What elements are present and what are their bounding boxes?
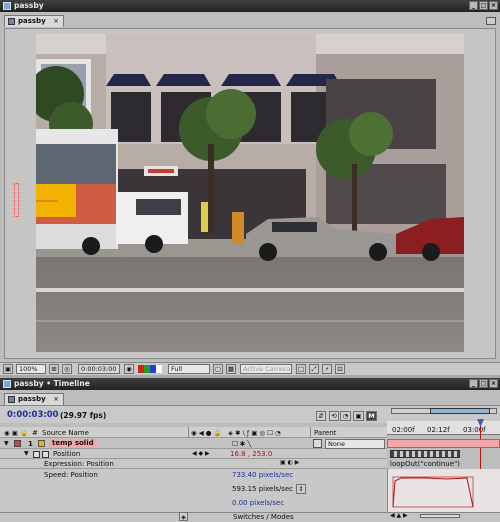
timeline-window-icon [3, 380, 11, 388]
comp-window-icon [3, 2, 11, 10]
switches-modes-toggle[interactable]: Switches / Modes [233, 513, 294, 521]
expression-label: Expression: Position [44, 460, 114, 468]
ruler-label-0: 02:00f [392, 426, 415, 434]
solid-icon [38, 440, 45, 447]
layer-visibility-icon[interactable]: ▼ [4, 440, 9, 447]
graph-toggle-icon[interactable] [42, 451, 49, 458]
motion-path-handle[interactable] [14, 183, 19, 217]
frame-blending-icon[interactable]: ▣ [353, 411, 364, 421]
graph-options-icon[interactable]: ⇕ [296, 484, 306, 494]
region-of-interest-icon[interactable]: ▢ [213, 364, 223, 374]
frame-rate: (29.97 fps) [60, 411, 107, 420]
active-camera-dropdown[interactable]: Active Camera [240, 364, 292, 374]
av-features-icon[interactable]: ◉ ▣ 🔒 [4, 429, 28, 437]
modes-header-icons[interactable]: ◈ ✱ \ ƒ ▣ ◎ ☐ ◔ [228, 429, 281, 437]
zoom-dropdown[interactable]: 100% [16, 364, 46, 374]
camera-snapshot-icon[interactable]: ◎ [62, 364, 72, 374]
comp-markers-icon[interactable]: ⇵ [316, 411, 326, 421]
maximize-button[interactable]: □ [479, 1, 488, 10]
always-preview-icon[interactable]: ▣ [3, 364, 13, 374]
switches-header-icons[interactable]: ◉ ◀ ● 🔒 [191, 429, 222, 437]
current-time[interactable]: 0:00:03:00 [7, 410, 59, 420]
speed-min-value: 0.00 pixels/sec [232, 499, 285, 507]
motion-blur-icon[interactable]: M [366, 411, 377, 421]
resolution-dropdown[interactable]: Full [168, 364, 210, 374]
timeline-icon [8, 396, 15, 403]
layer-duration-bar[interactable] [387, 439, 500, 448]
layer-number: 1 [28, 440, 33, 448]
pixel-aspect-icon[interactable]: ⤢ [309, 364, 319, 374]
panel-menu-icon[interactable] [486, 17, 496, 25]
footage-frame[interactable] [36, 34, 464, 352]
timeline-tab-close[interactable]: × [53, 395, 59, 403]
comp-window-title: passby [14, 1, 44, 10]
composition-icon [8, 18, 15, 25]
switches-toggle-icon[interactable]: ◈ [179, 512, 188, 521]
comp-tab-close[interactable]: × [53, 17, 59, 25]
layer-name[interactable]: temp solid [49, 439, 97, 448]
timeline-window-title: passby • Timeline [14, 379, 90, 388]
channel-icon[interactable] [138, 365, 162, 373]
comp-flowchart-icon[interactable]: ⊡ [335, 364, 345, 374]
window-controls: _ □ × [469, 1, 498, 10]
safe-margins-icon[interactable]: ⊞ [49, 364, 59, 374]
comp-window-titlebar[interactable]: passby _ □ × [0, 0, 500, 12]
time-navigator-range[interactable] [430, 408, 490, 414]
timeline-close-button[interactable]: × [489, 379, 498, 388]
zoom-slider[interactable] [420, 514, 460, 518]
ruler-label-1: 02:12f [427, 426, 450, 434]
timeline-maximize-button[interactable]: □ [479, 379, 488, 388]
speed-graph-curve [392, 476, 474, 508]
pick-whip-icon[interactable] [313, 439, 322, 448]
timeline-tab-label: passby [18, 395, 46, 403]
comp-tab-label: passby [18, 17, 46, 25]
timeline-window-titlebar[interactable]: passby • Timeline _ □ × [0, 378, 500, 390]
draft-3d-icon[interactable]: ◔ [340, 411, 351, 421]
timeline-window-controls: _ □ × [469, 379, 498, 388]
parent-dropdown[interactable]: None [325, 439, 385, 449]
fast-preview-icon[interactable]: ⚡ [322, 364, 332, 374]
speed-label: Speed: Position [44, 471, 98, 479]
source-name-header[interactable]: Source Name [42, 429, 89, 437]
layer-switches[interactable]: ☐ ✱ ╲ [232, 440, 251, 448]
speed-current-value: 593.15 pixels/sec [232, 485, 294, 493]
keyframes-strip[interactable] [390, 450, 460, 458]
position-value[interactable]: 16.8 , 253.0 [230, 450, 272, 458]
live-update-icon[interactable]: ⟲ [329, 411, 339, 421]
minimize-button[interactable]: _ [469, 1, 478, 10]
layer-label-color[interactable] [14, 440, 21, 447]
close-button[interactable]: × [489, 1, 498, 10]
hash-column-header: # [32, 429, 38, 437]
viewer-timecode[interactable]: 0:00:03:00 [78, 364, 120, 374]
stopwatch-icon[interactable] [33, 451, 40, 458]
comp-tab[interactable]: passby × [4, 15, 64, 27]
view-layout-icon[interactable]: □ [296, 364, 306, 374]
transparency-grid-icon[interactable]: ▦ [226, 364, 236, 374]
position-label: Position [53, 450, 81, 458]
timeline-tab[interactable]: passby × [4, 393, 64, 405]
expression-code[interactable]: loopOut("continue") [390, 460, 460, 468]
position-twirl-icon[interactable]: ▼ [24, 450, 29, 457]
footer-nav-icons[interactable]: ◀ ▲ ▶ [390, 512, 408, 519]
expression-controls-icon[interactable]: ▣ ◐ ▶ [280, 459, 299, 466]
timeline-minimize-button[interactable]: _ [469, 379, 478, 388]
ruler-label-2: 03:00f [463, 426, 486, 434]
keyframe-nav-icon[interactable]: ◀ ◆ ▶ [192, 450, 210, 457]
show-snapshot-icon[interactable]: ◉ [124, 364, 134, 374]
parent-header[interactable]: Parent [314, 429, 336, 437]
speed-max-value: 733.40 pixels/sec [232, 471, 294, 479]
